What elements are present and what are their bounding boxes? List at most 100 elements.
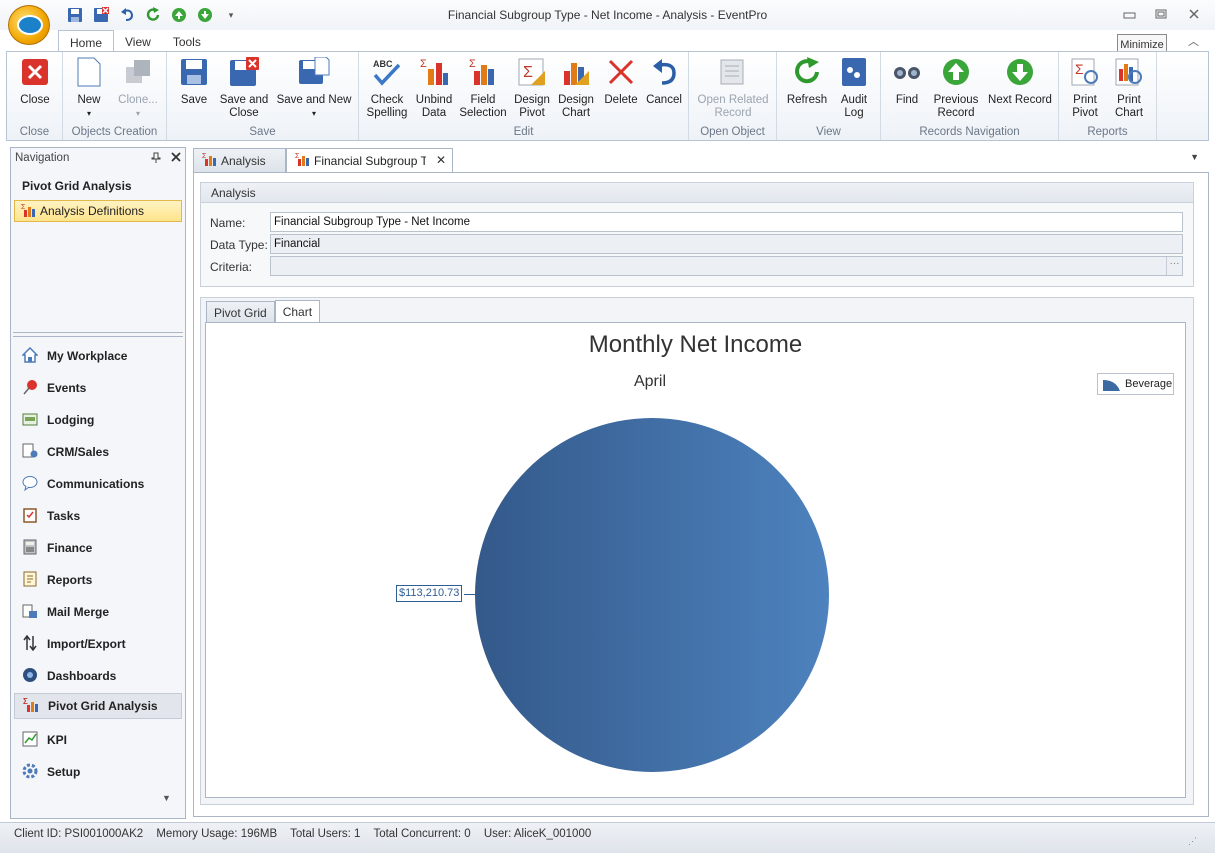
pie-data-label: $113,210.73 bbox=[396, 585, 463, 602]
name-field[interactable]: Financial Subgroup Type - Net Income bbox=[270, 212, 1183, 232]
check-spelling-button[interactable]: ABC Check Spelling bbox=[365, 56, 409, 120]
restore-icon[interactable] bbox=[1149, 4, 1175, 24]
collapse-ribbon-icon[interactable]: ︿ bbox=[1188, 33, 1199, 49]
clone-icon bbox=[122, 56, 154, 88]
app-logo[interactable] bbox=[8, 5, 50, 45]
criteria-label: Criteria: bbox=[210, 260, 253, 274]
pie-chart bbox=[475, 418, 829, 772]
sidebar-item-setup[interactable]: Setup bbox=[14, 759, 182, 785]
minimize-icon[interactable] bbox=[1117, 4, 1143, 24]
save-and-close-icon bbox=[228, 56, 260, 88]
nav-overflow-chevron-icon[interactable]: ▼ bbox=[162, 793, 171, 803]
criteria-browse-button[interactable]: ··· bbox=[1166, 257, 1182, 275]
delete-icon bbox=[605, 56, 637, 88]
down-arrow-circle-icon bbox=[1004, 56, 1036, 88]
binoculars-icon bbox=[891, 56, 923, 88]
find-button[interactable]: Find bbox=[887, 56, 927, 107]
sidebar-item-my-workplace[interactable]: My Workplace bbox=[14, 343, 182, 369]
tab-view[interactable]: View bbox=[114, 30, 162, 52]
name-label: Name: bbox=[210, 216, 246, 230]
sidebar-item-tasks[interactable]: Tasks bbox=[14, 503, 182, 529]
sidebar-item-dashboards[interactable]: Dashboards bbox=[14, 663, 182, 689]
sidebar-item-mail-merge[interactable]: Mail Merge bbox=[14, 599, 182, 625]
house-icon bbox=[21, 346, 39, 366]
sidebar-item-crm-sales[interactable]: CRM/Sales bbox=[14, 439, 182, 465]
status-bar: Client ID: PSI001000AK2 Memory Usage: 19… bbox=[0, 822, 1215, 853]
mail-merge-icon bbox=[22, 603, 38, 622]
navigation-header: Navigation bbox=[11, 148, 185, 168]
previous-record-button[interactable]: Previous Record bbox=[931, 56, 981, 120]
svg-text:Σ: Σ bbox=[523, 64, 533, 81]
resize-grip-icon[interactable]: ⋰ bbox=[1188, 836, 1197, 847]
new-button[interactable]: New ▾ bbox=[69, 56, 109, 120]
tab-chart[interactable]: Chart bbox=[274, 300, 321, 322]
nav-section-title: Pivot Grid Analysis bbox=[22, 179, 132, 193]
next-record-button[interactable]: Next Record bbox=[985, 56, 1055, 107]
sidebar-item-finance[interactable]: Finance bbox=[14, 535, 182, 561]
svg-text:Σ: Σ bbox=[23, 697, 28, 706]
close-window-icon[interactable] bbox=[1181, 4, 1207, 24]
pie-slice-beverage bbox=[475, 418, 829, 772]
new-document-icon bbox=[73, 56, 105, 88]
svg-text:Σ: Σ bbox=[202, 153, 207, 160]
audit-log-button[interactable]: Audit Log bbox=[833, 56, 875, 120]
chart-title: Monthly Net Income bbox=[588, 331, 803, 358]
sidebar-item-lodging[interactable]: Lodging bbox=[14, 407, 182, 433]
design-chart-icon bbox=[560, 56, 592, 88]
sidebar-item-events[interactable]: Events bbox=[14, 375, 182, 401]
status-user: User: AliceK_001000 bbox=[483, 828, 592, 840]
objects-creation-group: New ▾ Clone... ▾ Objects Creation bbox=[63, 52, 167, 140]
kpi-icon bbox=[22, 731, 38, 750]
nav-item-analysis-definitions[interactable]: Σ Analysis Definitions bbox=[14, 200, 182, 222]
field-selection-button[interactable]: Σ Field Selection bbox=[459, 56, 507, 120]
unbind-data-button[interactable]: Σ Unbind Data bbox=[413, 56, 455, 120]
dashboard-icon bbox=[22, 667, 38, 686]
tab-home[interactable]: Home bbox=[58, 30, 115, 52]
open-related-record-button[interactable]: Open Related Record bbox=[693, 56, 773, 120]
clone-button[interactable]: Clone... ▾ bbox=[113, 56, 163, 120]
sidebar-item-communications[interactable]: Communications bbox=[14, 471, 182, 497]
refresh-icon bbox=[791, 56, 823, 88]
design-pivot-button[interactable]: Σ Design Pivot bbox=[511, 56, 553, 120]
sidebar-item-import-export[interactable]: Import/Export bbox=[14, 631, 182, 657]
save-group: Save Save and Close Save and New ▾ Save bbox=[167, 52, 359, 140]
chart-legend: Beverage bbox=[1097, 373, 1174, 395]
close-tab-icon[interactable]: ✕ bbox=[436, 153, 446, 167]
cancel-button[interactable]: Cancel bbox=[643, 56, 685, 107]
save-and-close-button[interactable]: Save and Close bbox=[217, 56, 271, 120]
sidebar-item-kpi[interactable]: KPI bbox=[14, 727, 182, 753]
pin-icon[interactable] bbox=[151, 152, 161, 164]
svg-text:ABC: ABC bbox=[373, 59, 393, 69]
records-navigation-group: Find Previous Record Next Record Records… bbox=[881, 52, 1059, 140]
lodging-icon bbox=[22, 411, 38, 430]
new-dropdown-icon: ▾ bbox=[86, 109, 91, 118]
close-button[interactable]: Close bbox=[15, 56, 55, 107]
report-icon bbox=[22, 571, 38, 590]
window-controls bbox=[1117, 4, 1207, 24]
save-and-new-button[interactable]: Save and New ▾ bbox=[275, 56, 353, 120]
save-button[interactable]: Save bbox=[173, 56, 215, 107]
design-chart-button[interactable]: Design Chart bbox=[555, 56, 597, 120]
criteria-field[interactable]: ··· bbox=[270, 256, 1183, 276]
save-and-new-icon bbox=[298, 56, 330, 88]
design-pivot-icon: Σ bbox=[516, 56, 548, 88]
sidebar-item-reports[interactable]: Reports bbox=[14, 567, 182, 593]
navigation-pane: Navigation Pivot Grid Analysis Σ Analysi… bbox=[10, 147, 186, 819]
tab-list-dropdown-icon[interactable]: ▼ bbox=[1190, 152, 1199, 162]
tab-analysis[interactable]: Σ Analysis bbox=[193, 148, 286, 172]
up-arrow-circle-icon bbox=[940, 56, 972, 88]
sidebar-item-pivot-grid-analysis[interactable]: Σ Pivot Grid Analysis bbox=[14, 693, 182, 719]
refresh-button[interactable]: Refresh bbox=[783, 56, 831, 107]
svg-text:Σ: Σ bbox=[295, 153, 300, 160]
delete-button[interactable]: Delete bbox=[601, 56, 641, 107]
title-bar: ▾ Financial Subgroup Type - Net Income -… bbox=[0, 0, 1215, 30]
tab-financial-subgroup-type[interactable]: Σ Financial Subgroup Type ✕ bbox=[286, 148, 453, 172]
close-pane-icon[interactable] bbox=[171, 152, 181, 164]
nav-splitter[interactable] bbox=[13, 332, 183, 337]
tab-tools[interactable]: Tools bbox=[162, 30, 212, 52]
data-type-field[interactable]: Financial bbox=[270, 234, 1183, 254]
print-pivot-button[interactable]: Σ Print Pivot bbox=[1065, 56, 1105, 120]
legend-swatch-icon bbox=[1103, 379, 1120, 391]
print-chart-button[interactable]: Print Chart bbox=[1109, 56, 1149, 120]
tab-pivot-grid[interactable]: Pivot Grid bbox=[206, 301, 275, 323]
